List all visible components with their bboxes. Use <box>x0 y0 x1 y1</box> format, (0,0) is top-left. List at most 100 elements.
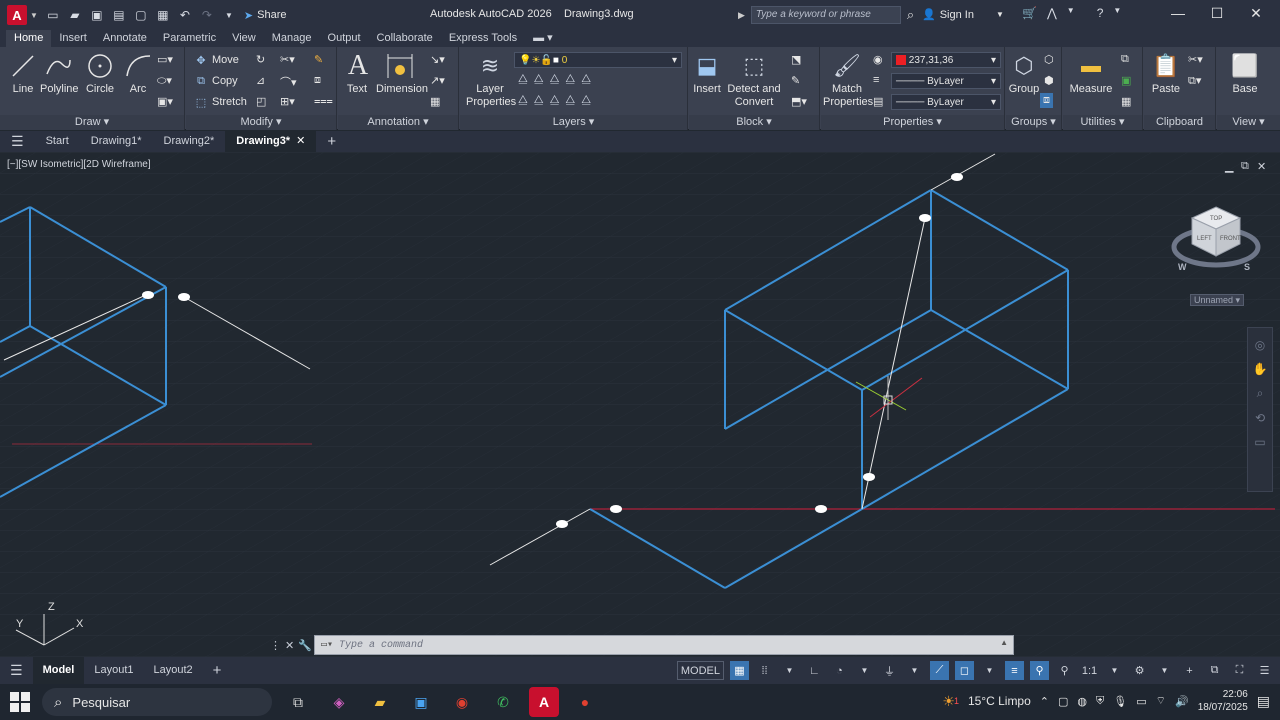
annotation-scale-button[interactable]: 1:1 <box>1080 661 1099 680</box>
create-block-icon[interactable]: ⬔ <box>791 53 801 66</box>
account-chevron-icon[interactable]: ▼ <box>1067 6 1075 20</box>
tab-express-tools[interactable]: Express Tools <box>441 30 525 47</box>
help-icon[interactable]: ? <box>1097 6 1104 20</box>
block-attributes-icon[interactable]: ⬒▾ <box>791 95 807 108</box>
tab-drawing1[interactable]: Drawing1* <box>80 131 153 152</box>
qat-customize-icon[interactable]: ▼ <box>220 6 238 24</box>
clean-screen-icon[interactable]: ⛶ <box>1230 661 1249 680</box>
detect-convert-button[interactable]: ⬚ Detect and Convert <box>727 51 781 109</box>
model-space-button[interactable]: MODEL <box>676 661 724 680</box>
tab-layout2[interactable]: Layout2 <box>144 657 203 684</box>
autocad-logo-button[interactable]: A <box>7 5 27 25</box>
scale-chevron-icon[interactable]: ▼ <box>1105 661 1124 680</box>
copilot-icon[interactable]: ◈ <box>324 687 354 717</box>
new-file-icon[interactable]: ▭ <box>44 6 62 24</box>
group-selection-icon[interactable]: ⧈ <box>1040 93 1053 108</box>
circle-button[interactable]: Circle <box>84 51 116 95</box>
viewport-controls-label[interactable]: [−][SW Isometric][2D Wireframe] <box>7 159 151 170</box>
tab-annotate[interactable]: Annotate <box>95 30 155 47</box>
tab-collaborate[interactable]: Collaborate <box>369 30 441 47</box>
command-grip-icon[interactable]: ⋮ <box>270 639 281 652</box>
app-menu-chevron-icon[interactable]: ▼ <box>30 11 38 20</box>
object-snap-tracking-icon[interactable]: ⟋ <box>930 661 949 680</box>
measure-button[interactable]: ▬ Measure <box>1067 51 1115 96</box>
grip-point[interactable] <box>863 473 875 481</box>
modify-panel-title[interactable]: Modify ▾ <box>186 115 336 130</box>
annotation-panel-title[interactable]: Annotation ▾ <box>338 115 458 130</box>
draw-panel-title[interactable]: Draw ▾ <box>0 115 184 130</box>
tab-manage[interactable]: Manage <box>264 30 320 47</box>
units-icon[interactable]: ⧉ <box>1205 661 1224 680</box>
ortho-toggle-icon[interactable]: ∟ <box>805 661 824 680</box>
import-icon[interactable]: ▢ <box>132 6 150 24</box>
screen-tray-icon[interactable]: ▭ <box>1136 695 1146 708</box>
offset-icon[interactable]: ⩶ <box>314 95 333 108</box>
stretch-button[interactable]: ⬚ Stretch <box>194 95 247 109</box>
ungroup-icon[interactable]: ⬡ <box>1044 53 1054 66</box>
layout-menu-icon[interactable]: ☰ <box>0 657 33 684</box>
undo-icon[interactable]: ↶ <box>176 6 194 24</box>
fillet-icon[interactable]: ⌒▾ <box>280 74 297 90</box>
cart-icon[interactable]: 🛒 <box>1022 6 1037 20</box>
multileader-icon[interactable]: ↗▾ <box>430 74 445 87</box>
annotation-visibility-icon[interactable]: ⚲ <box>1030 661 1049 680</box>
search-input[interactable]: Type a keyword or phrase <box>750 6 901 24</box>
copy-button[interactable]: ⧉ Copy <box>194 74 238 88</box>
tray-overflow-icon[interactable]: ⌃ <box>1040 695 1049 708</box>
match-properties-button[interactable]: 🖌 Match Properties <box>823 51 873 109</box>
microsoft-store-icon[interactable]: ▣ <box>406 687 436 717</box>
workspace-chevron-icon[interactable]: ▼ <box>1155 661 1174 680</box>
layer-tools-row-1[interactable]: ⧋⧋⧋⧋⧋ <box>518 73 597 86</box>
close-tab-icon[interactable]: ✕ <box>296 131 305 152</box>
table-icon[interactable]: ▦ <box>430 95 440 108</box>
grip-point[interactable] <box>919 214 931 222</box>
grid-toggle-icon[interactable]: ▦ <box>730 661 749 680</box>
customize-status-icon[interactable]: ☰ <box>1255 661 1274 680</box>
tab-drawing3[interactable]: Drawing3* ✕ <box>225 131 317 152</box>
command-input[interactable]: ▭▾ Type a command <box>314 635 1014 655</box>
customize-command-icon[interactable]: 🔧 <box>298 639 312 652</box>
object-snap-icon[interactable]: ◻ <box>955 661 974 680</box>
clipboard-panel-title[interactable]: Clipboard <box>1144 115 1215 130</box>
add-icon[interactable]: + <box>1180 661 1199 680</box>
new-tab-icon[interactable]: + <box>316 131 347 152</box>
insert-button[interactable]: ⬓ Insert <box>691 51 723 95</box>
layer-properties-button[interactable]: ≋ Layer Properties <box>466 51 516 109</box>
file-explorer-icon[interactable]: ▰ <box>365 687 395 717</box>
help-chevron-icon[interactable]: ▼ <box>1113 6 1121 20</box>
arc-button[interactable]: Arc <box>122 51 154 95</box>
steering-wheel-icon[interactable]: ◎ <box>1255 338 1265 352</box>
minimize-icon[interactable]: — <box>1168 5 1188 21</box>
expand-search-icon[interactable]: ▶ <box>738 10 745 21</box>
tab-layout1[interactable]: Layout1 <box>84 657 143 684</box>
erase-icon[interactable]: ✎ <box>314 53 323 66</box>
notifications-icon[interactable]: ▤ <box>1257 693 1270 710</box>
dimension-button[interactable]: Dimension <box>376 51 428 95</box>
viewport-minimize-icon[interactable]: ▁ <box>1225 160 1233 173</box>
command-history-icon[interactable]: ▭▾ <box>321 639 333 651</box>
save-as-icon[interactable]: ▤ <box>110 6 128 24</box>
ucs-name-dropdown[interactable]: Unnamed ▾ <box>1190 294 1244 306</box>
network-tray-icon[interactable]: ◍ <box>1077 695 1087 708</box>
taskbar-search[interactable]: ⌕ Pesquisar <box>42 688 272 716</box>
task-view-icon[interactable]: ⧉ <box>283 687 313 717</box>
leader-icon[interactable]: ↘▾ <box>430 53 445 66</box>
grip-point[interactable] <box>610 505 622 513</box>
base-button[interactable]: ⬜ Base <box>1227 51 1263 95</box>
zoom-extents-icon[interactable]: ⌕ <box>1257 386 1264 401</box>
tab-parametric[interactable]: Parametric <box>155 30 224 47</box>
recorder-icon[interactable]: ● <box>570 687 600 717</box>
whatsapp-icon[interactable]: ✆ <box>488 687 518 717</box>
maximize-icon[interactable]: ☐ <box>1207 5 1227 22</box>
orbit-icon[interactable]: ⟲ <box>1255 411 1265 425</box>
sign-in-button[interactable]: 👤 Sign In ▼ <box>922 8 1004 22</box>
viewport-restore-icon[interactable]: ⧉ <box>1241 160 1249 173</box>
region-icon[interactable]: ▣▾ <box>157 95 173 108</box>
line-button[interactable]: Line <box>6 51 40 95</box>
tab-drawing2[interactable]: Drawing2* <box>153 131 226 152</box>
scale-icon[interactable]: ◰ <box>256 95 266 108</box>
tab-start[interactable]: Start <box>35 131 80 152</box>
mic-tray-icon[interactable]: 🎙 <box>1113 695 1127 708</box>
layer-dropdown[interactable]: 💡☀🔓■ 0 ▾ <box>514 52 682 68</box>
workspace-gear-icon[interactable]: ⚙ <box>1130 661 1149 680</box>
